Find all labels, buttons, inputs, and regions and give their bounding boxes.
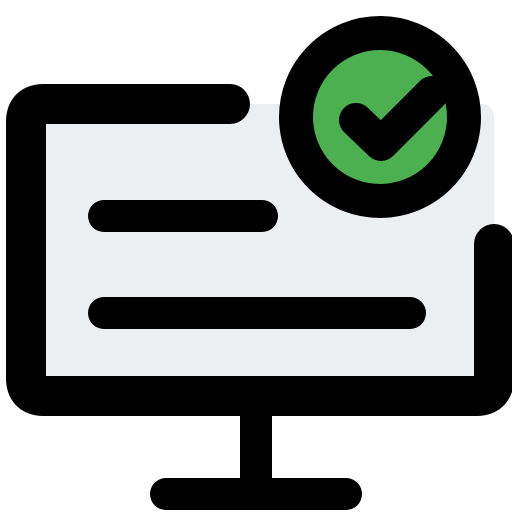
check-badge-icon xyxy=(279,16,481,218)
computer-check-icon xyxy=(0,0,512,512)
icon-svg xyxy=(6,16,512,510)
